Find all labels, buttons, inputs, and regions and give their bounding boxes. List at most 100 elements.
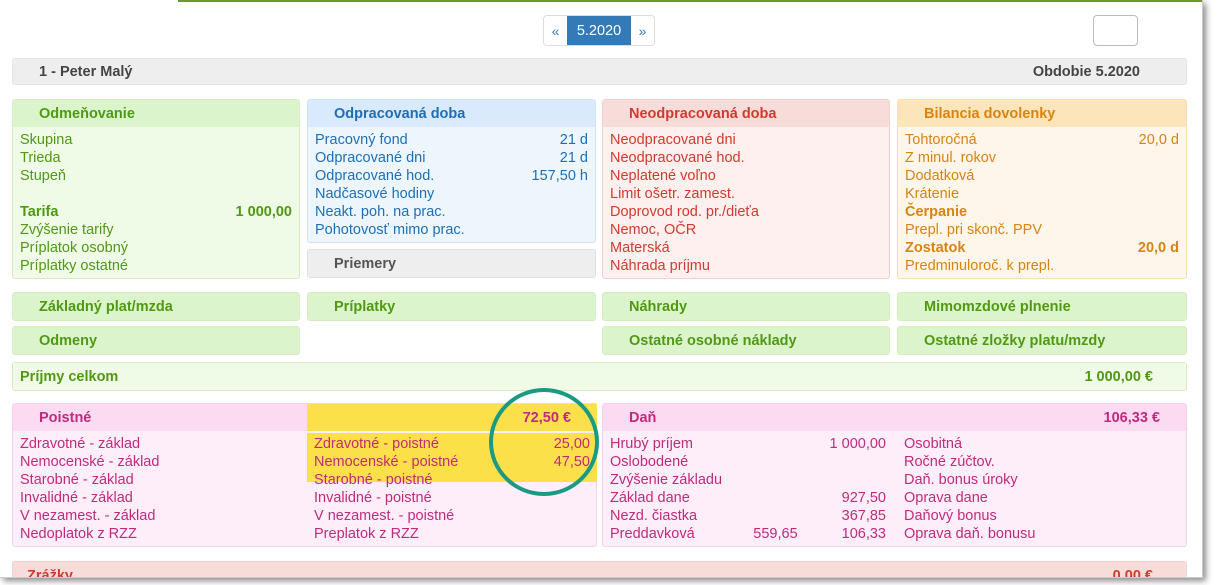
annotation-circle	[489, 388, 599, 496]
toolbar-icon-button[interactable]	[1093, 15, 1138, 46]
odmenovanie-row: Skupina	[20, 131, 292, 149]
row-label: Príplatky ostatné	[20, 258, 128, 274]
row-label: Tohtoročná	[905, 132, 977, 148]
poistne-base-row: Nedoplatok z RZZ	[20, 526, 137, 542]
neodpracovana-row: Doprovod rod. pr./dieťa	[610, 204, 759, 220]
row-label: Pohotovosť mimo prac.	[315, 222, 465, 238]
neodpracovana-row: Neodpracované hod.	[610, 150, 745, 166]
row-label: Neakt. poh. na prac.	[315, 204, 446, 220]
neodpracovana-row: Limit ošetr. zamest.	[610, 186, 735, 202]
odpracovana-row: Odpracované hod. 157,50 h	[315, 167, 588, 185]
neodpracovana-row: Nemoc, OČR	[610, 222, 697, 238]
row-value: 1 000,00	[235, 204, 292, 220]
row-label: Zostatok	[905, 240, 966, 256]
period-pager: « 5.2020 »	[543, 15, 655, 46]
odpracovana-row: Neakt. poh. na prac.	[315, 203, 588, 221]
section-title: Základný plat/mzda	[39, 298, 173, 315]
section-title: Odmeny	[39, 332, 98, 349]
row-mid-value: 559,65	[753, 526, 798, 542]
section-zakladny[interactable]: Základný plat/mzda	[12, 292, 300, 321]
section-odmeny[interactable]: Odmeny	[12, 326, 300, 355]
section-title: Mimomzdové plnenie	[924, 298, 1071, 315]
bilancia-panel: Bilancia dovolenky Tohtoročná 20,0 d Z mi…	[897, 99, 1187, 279]
zrazky-label: Zrážky	[27, 567, 73, 578]
row-label: Invalidné - poistné	[314, 490, 432, 506]
odmenovanie-header[interactable]: Odmeňovanie	[13, 100, 299, 127]
neodpracovana-row: Materská	[610, 240, 670, 256]
odpracovana-panel: Odpracovaná doba Pracovný fond 21 d Odpra…	[307, 99, 596, 243]
dan-row: Preddavková 559,65 106,33	[610, 525, 886, 543]
dan-right-row: Oprava dane	[904, 490, 988, 506]
bilancia-header[interactable]: Bilancia dovolenky	[898, 100, 1186, 127]
section-priplatky[interactable]: Príplatky	[307, 292, 596, 321]
row-label: Predminuloroč. k prepl.	[905, 258, 1055, 274]
dan-panel: Daň 106,33 € Hrubý príjem 1 000,00 Oslobo…	[602, 403, 1187, 547]
row-label: Nadčasové hodiny	[315, 186, 435, 202]
row-label: Príplatok osobný	[20, 240, 129, 256]
odpracovana-row: Nadčasové hodiny	[315, 185, 588, 203]
neodpracovana-row: Neplatené voľno	[610, 168, 716, 184]
next-period-button[interactable]: »	[631, 16, 654, 45]
poistne-base-row: Zdravotné - základ	[20, 436, 141, 452]
section-title: Ostatné zložky platu/mzdy	[924, 332, 1106, 349]
row-label: Z minul. rokov	[905, 150, 997, 166]
odpracovana-row: Pohotovosť mimo prac.	[315, 221, 588, 239]
current-period-button[interactable]: 5.2020	[567, 16, 631, 45]
poistne-bases: Zdravotné - základ Nemocenské - základ S…	[20, 435, 300, 543]
dan-row: Zvýšenie základu	[610, 471, 886, 489]
poistne-base-row: Nemocenské - základ	[20, 454, 160, 470]
employee-bar: 1 - Peter Malý Obdobie 5.2020	[12, 58, 1187, 85]
dan-header[interactable]: Daň 106,33 €	[603, 404, 1186, 431]
dan-right-row: Daň. bonus úroky	[904, 472, 1018, 488]
row-label: Starobné - poistné	[314, 472, 433, 488]
row-label: Zdravotné - poistné	[314, 436, 439, 452]
bilancia-row: Krátenie	[905, 185, 1179, 203]
odmenovanie-row: Zvýšenie tarify	[20, 221, 292, 239]
dan-right-row: Ročné zúčtov.	[904, 454, 995, 470]
poistne-contrib-row: Preplatok z RZZ	[314, 525, 590, 543]
dan-row: Nezd. čiastka 367,85	[610, 507, 886, 525]
section-ostatne-zlozky[interactable]: Ostatné zložky platu/mzdy	[897, 326, 1187, 355]
row-value: 1 000,00	[829, 436, 886, 452]
odmenovanie-row: Príplatky ostatné	[20, 257, 292, 275]
row-label: Nezd. čiastka	[610, 508, 698, 524]
priemery-panel[interactable]: Priemery	[307, 249, 596, 278]
poistne-contrib-row: V nezamest. - poistné	[314, 507, 590, 525]
prev-period-button[interactable]: «	[544, 16, 567, 45]
row-label: Krátenie	[905, 186, 960, 202]
row-label: V nezamest. - poistné	[314, 508, 455, 524]
section-title: Náhrady	[629, 298, 688, 315]
row-label: Hrubý príjem	[610, 436, 693, 452]
poistne-base-row: Starobné - základ	[20, 472, 134, 488]
row-label: Preplatok z RZZ	[314, 526, 419, 542]
odmenovanie-row: Príplatok osobný	[20, 239, 292, 257]
odpracovana-header[interactable]: Odpracovaná doba	[308, 100, 595, 127]
section-mimomzdove[interactable]: Mimomzdové plnenie	[897, 292, 1187, 321]
neodpracovana-header[interactable]: Neodpracovaná doba	[603, 100, 889, 127]
priemery-title: Priemery	[334, 255, 397, 272]
row-label: Skupina	[20, 132, 73, 148]
section-ostatne-naklady[interactable]: Ostatné osobné náklady	[602, 326, 890, 355]
bilancia-row: Prepl. pri skonč. PPV	[905, 221, 1179, 239]
odmenovanie-panel: Odmeňovanie Skupina Trieda Stupeň Tarifa…	[12, 99, 300, 279]
zrazky-bar[interactable]: Zrážky 0,00 €	[12, 561, 1187, 578]
row-label: Tarifa	[20, 204, 59, 220]
bilancia-title: Bilancia dovolenky	[924, 105, 1056, 122]
section-nahrady[interactable]: Náhrady	[602, 292, 890, 321]
dan-right-row: Osobitná	[904, 436, 963, 452]
section-title: Príplatky	[334, 298, 396, 315]
row-value: 20,0 d	[1137, 240, 1179, 256]
dan-right-row: Oprava daň. bonusu	[904, 526, 1036, 542]
zrazky-value: 0,00 €	[1112, 567, 1153, 578]
row-label: Nemocenské - poistné	[314, 454, 459, 470]
prijmy-value: 1 000,00 €	[1084, 368, 1153, 385]
dan-row: Základ dane 927,50	[610, 489, 886, 507]
priemery-header[interactable]: Priemery	[308, 250, 595, 277]
prijmy-celkom-bar: Príjmy celkom 1 000,00 €	[12, 362, 1187, 391]
neodpracovana-row: Neodpracované dni	[610, 132, 736, 148]
odmenovanie-row: Tarifa 1 000,00	[20, 203, 292, 221]
period-label: Obdobie 5.2020	[1032, 63, 1140, 80]
row-label: Zvýšenie tarify	[20, 222, 114, 238]
neodpracovana-row: Náhrada príjmu	[610, 258, 710, 274]
employee-name: 1 - Peter Malý	[39, 63, 133, 80]
